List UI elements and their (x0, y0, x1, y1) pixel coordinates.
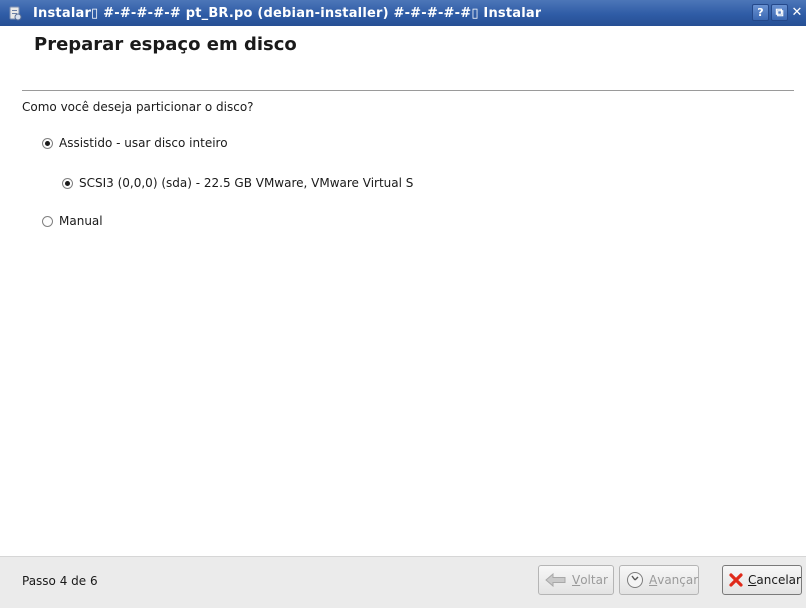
page-title: Preparar espaço em disco (34, 34, 297, 55)
cancel-button-label: ancelar (756, 573, 801, 587)
next-button-label: vançar (657, 573, 699, 587)
next-button[interactable]: Avançar (619, 565, 699, 595)
option-guided-label: Assistido - usar disco inteiro (59, 136, 228, 150)
partition-question: Como você deseja particionar o disco? (22, 100, 254, 114)
page-header: Preparar espaço em disco (0, 26, 806, 92)
header-divider (22, 90, 794, 91)
step-indicator: Passo 4 de 6 (22, 574, 98, 588)
option-manual[interactable]: Manual (42, 214, 103, 228)
restore-icon[interactable]: ⧉ (771, 4, 788, 21)
close-icon[interactable]: ✕ (790, 4, 804, 21)
cancel-button-mnemonic: C (748, 573, 757, 587)
back-button-label: oltar (580, 573, 608, 587)
option-guided-entire-disk[interactable]: Assistido - usar disco inteiro (42, 136, 228, 150)
next-button-mnemonic: A (649, 573, 658, 587)
radio-guided[interactable] (42, 137, 53, 149)
window-titlebar[interactable]: Instalar▯ #-#-#-#-# pt_BR.po (debian-ins… (0, 0, 806, 26)
cancel-button[interactable]: Cancelar (722, 565, 802, 595)
option-manual-label: Manual (59, 214, 103, 228)
radio-disk-sda[interactable] (62, 177, 73, 189)
cancel-x-icon (729, 573, 743, 587)
window-title: Instalar▯ #-#-#-#-# pt_BR.po (debian-ins… (33, 5, 542, 21)
clock-icon (626, 571, 644, 589)
partition-content: Como você deseja particionar o disco? As… (0, 92, 806, 556)
arrow-left-icon (545, 573, 567, 587)
installer-app-icon (7, 5, 23, 21)
help-icon[interactable]: ? (752, 4, 769, 21)
option-disk-sda[interactable]: SCSI3 (0,0,0) (sda) - 22.5 GB VMware, VM… (62, 176, 413, 190)
wizard-footer: Passo 4 de 6 Voltar Avançar Cancelar (0, 556, 806, 608)
back-button[interactable]: Voltar (538, 565, 614, 595)
window-controls: ? ⧉ ✕ (752, 4, 804, 21)
option-disk-sda-label: SCSI3 (0,0,0) (sda) - 22.5 GB VMware, VM… (79, 176, 414, 190)
radio-manual[interactable] (42, 215, 53, 227)
back-button-mnemonic: V (572, 573, 581, 587)
